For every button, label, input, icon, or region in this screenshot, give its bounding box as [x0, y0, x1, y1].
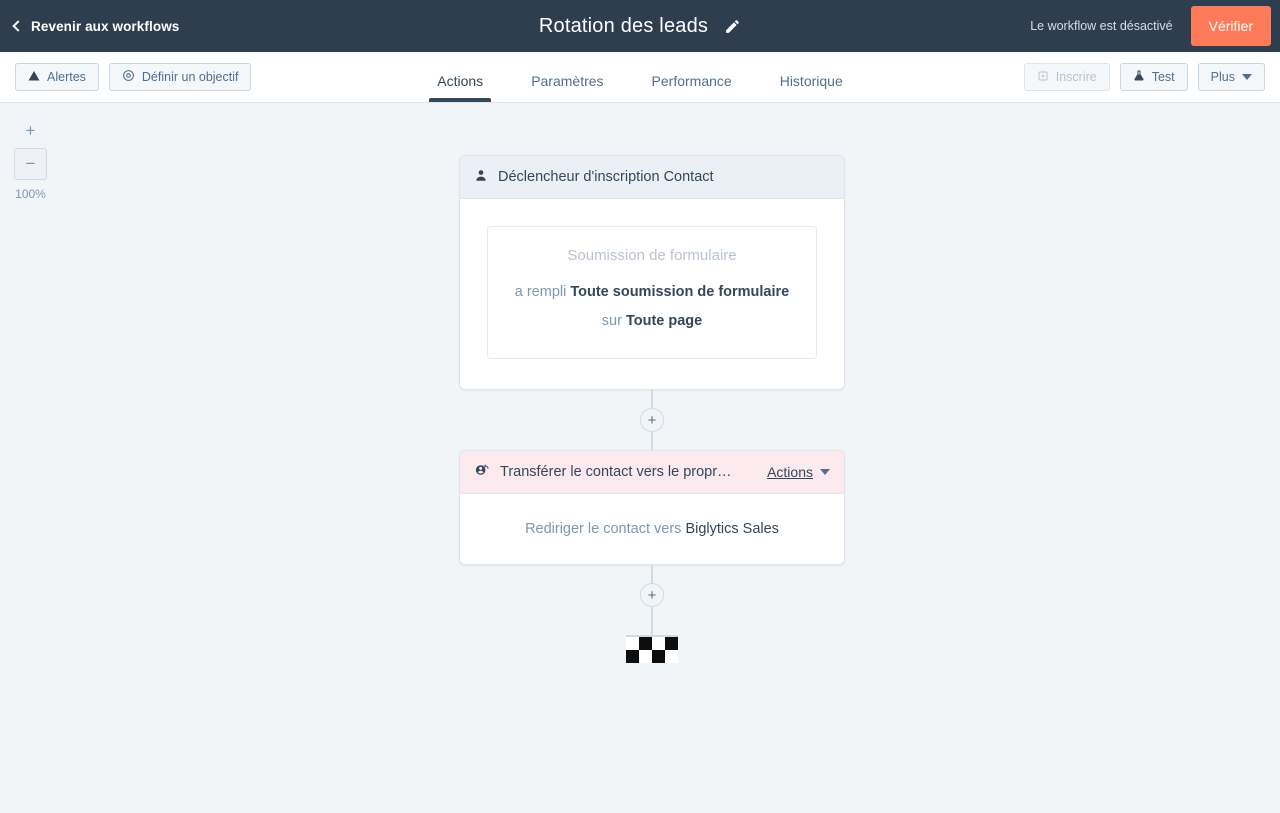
checkered-flag-icon — [626, 635, 678, 663]
enroll-label: Inscrire — [1055, 70, 1097, 84]
toolbar-left-group: Alertes Définir un objectif — [0, 63, 252, 91]
action-card-actions-menu[interactable]: Actions — [767, 464, 830, 480]
tab-parametres[interactable]: Paramètres — [507, 73, 627, 102]
target-icon — [122, 69, 135, 85]
tab-historique[interactable]: Historique — [756, 73, 867, 102]
back-to-workflows-label: Revenir aux workflows — [31, 18, 180, 34]
zoom-out-button[interactable]: − — [14, 148, 47, 180]
trigger-text-prefix: a rempli — [514, 284, 571, 300]
action-card[interactable]: Transférer le contact vers le propr… Act… — [459, 450, 845, 565]
enroll-icon — [1037, 70, 1049, 85]
contact-rotate-icon — [474, 462, 490, 482]
add-step-button-1[interactable]: + — [640, 408, 664, 432]
caret-down-icon — [820, 469, 830, 475]
top-bar: Revenir aux workflows Rotation des leads… — [0, 0, 1280, 52]
action-card-body: Rediriger le contact vers Biglytics Sale… — [460, 494, 844, 564]
page-title: Rotation des leads — [538, 14, 709, 37]
actions-menu-label: Actions — [767, 464, 813, 480]
secondary-toolbar: Alertes Définir un objectif Actions Para… — [0, 52, 1280, 103]
more-button[interactable]: Plus — [1197, 63, 1265, 91]
action-body-value: Biglytics Sales — [685, 521, 779, 537]
zoom-controls: + − 100% — [14, 115, 47, 201]
workflow-canvas[interactable]: + − 100% Déclencheur d'inscription Conta… — [0, 103, 1280, 813]
action-card-title: Transférer le contact vers le propr… — [500, 464, 732, 480]
define-goal-button[interactable]: Définir un objectif — [108, 63, 252, 91]
test-label: Test — [1151, 70, 1175, 84]
toolbar-right-group: Inscrire Test Plus — [1023, 63, 1280, 91]
chevron-left-icon — [12, 19, 24, 32]
alerts-button[interactable]: Alertes — [15, 63, 99, 91]
trigger-text-bold-2: Toute page — [625, 313, 703, 329]
action-body-prefix: Rediriger le contact vers — [525, 521, 686, 537]
workflow-flow: Déclencheur d'inscription Contact Soumis… — [459, 155, 845, 663]
connector-line — [651, 607, 653, 635]
trigger-condition-box[interactable]: Soumission de formulaire a rempli Toute … — [487, 226, 817, 359]
more-label: Plus — [1210, 70, 1235, 84]
contact-icon — [474, 168, 488, 187]
zoom-in-button[interactable]: + — [14, 115, 47, 147]
connector-line — [651, 390, 653, 408]
zoom-level-label: 100% — [15, 187, 46, 201]
tab-performance[interactable]: Performance — [628, 73, 756, 102]
test-button[interactable]: Test — [1119, 63, 1188, 91]
flask-icon — [1133, 69, 1145, 85]
trigger-text-middle: sur — [601, 313, 626, 329]
connector-line — [651, 432, 653, 450]
tab-actions[interactable]: Actions — [413, 73, 507, 102]
trigger-condition-title: Soumission de formulaire — [567, 247, 737, 264]
connector-2: + — [459, 565, 845, 663]
enroll-button[interactable]: Inscrire — [1023, 63, 1110, 91]
verify-button[interactable]: Vérifier — [1190, 6, 1271, 46]
trigger-card-body: Soumission de formulaire a rempli Toute … — [460, 199, 844, 389]
action-card-header: Transférer le contact vers le propr… Act… — [460, 451, 844, 494]
connector-line — [651, 565, 653, 583]
warning-triangle-icon — [28, 70, 40, 85]
pencil-icon[interactable] — [724, 18, 741, 35]
top-bar-right: Le workflow est désactivé Vérifier — [1030, 0, 1280, 52]
alerts-label: Alertes — [47, 70, 86, 84]
back-to-workflows-link[interactable]: Revenir aux workflows — [12, 18, 180, 34]
trigger-card-header: Déclencheur d'inscription Contact — [460, 156, 844, 199]
connector-1: + — [459, 390, 845, 450]
trigger-condition-text: a rempli Toute soumission de formulaire … — [506, 278, 798, 336]
workflow-status-text: Le workflow est désactivé — [1030, 19, 1173, 33]
define-goal-label: Définir un objectif — [141, 70, 239, 84]
add-step-button-2[interactable]: + — [640, 583, 664, 607]
trigger-text-bold-1: Toute soumission de formulaire — [570, 284, 790, 300]
chevron-down-icon — [1242, 74, 1252, 80]
trigger-card-title: Déclencheur d'inscription Contact — [498, 169, 714, 185]
trigger-card[interactable]: Déclencheur d'inscription Contact Soumis… — [459, 155, 845, 390]
